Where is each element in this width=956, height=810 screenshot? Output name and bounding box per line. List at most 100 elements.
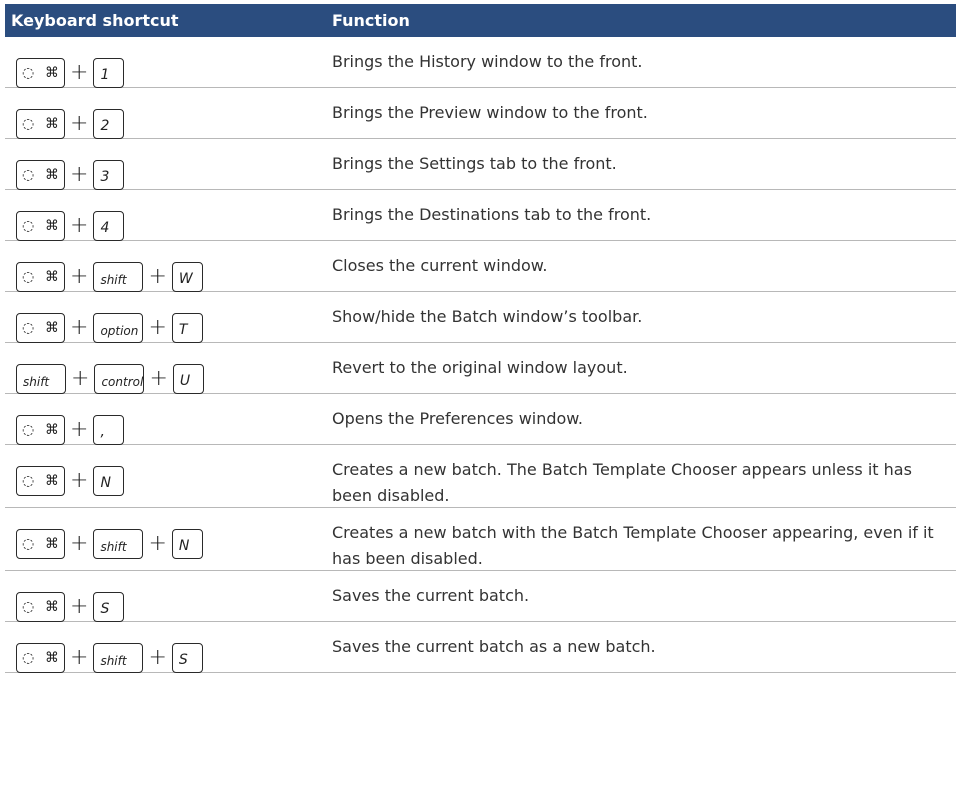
apple-icon: ◌ — [22, 598, 35, 615]
shortcut-keys: ◌ ⌘ +3 — [5, 151, 332, 190]
column-header-function: Function — [332, 11, 410, 30]
apple-icon: ◌ — [22, 649, 35, 666]
table-row: ◌ ⌘ +4 Brings the Destinations tab to the f… — [5, 190, 956, 241]
char-n-key: N — [93, 465, 125, 496]
table-header: Keyboard shortcut Function — [5, 4, 956, 37]
apple-icon: ◌ — [22, 421, 35, 438]
apple-icon: ◌ — [22, 319, 35, 336]
command-key: ◌ ⌘ — [16, 528, 65, 559]
table-row: ◌ ⌘ + shift + N Creates a new batch with the B… — [5, 508, 956, 571]
function-description: Brings the Settings tab to the front. — [332, 154, 617, 173]
plus-sign: + — [70, 594, 89, 619]
apple-icon: ◌ — [22, 166, 35, 183]
command-icon: ⌘ — [45, 64, 59, 81]
command-key: ◌ ⌘ — [16, 159, 65, 190]
function-description: Creates a new batch with the Batch Templ… — [332, 523, 934, 568]
plus-sign: + — [148, 315, 167, 340]
plus-sign: + — [70, 417, 89, 442]
command-key: ◌ ⌘ — [16, 591, 65, 622]
plus-sign: + — [70, 264, 89, 289]
shortcut-keys: ◌ ⌘ + S — [5, 583, 332, 622]
shortcut-keys: ◌ ⌘ + shift + N — [5, 520, 332, 559]
table-row: ◌ ⌘ + N Creates a new batch. The Batch Templ… — [5, 445, 956, 508]
apple-icon: ◌ — [22, 64, 35, 81]
shortcut-table: Keyboard shortcut Function ◌ ⌘ +1 Brings th… — [5, 4, 956, 673]
command-key: ◌ ⌘ — [16, 312, 65, 343]
function-description: Saves the current batch as a new batch. — [332, 637, 656, 656]
shortcut-keys: ◌ ⌘ +1 — [5, 49, 332, 88]
char-u-key: U — [172, 363, 204, 394]
plus-sign: + — [70, 315, 89, 340]
char-s-key: S — [171, 642, 203, 673]
shift-key: shift — [93, 528, 144, 559]
command-icon: ⌘ — [45, 472, 59, 489]
command-key: ◌ ⌘ — [16, 465, 65, 496]
function-description: Saves the current batch. — [332, 586, 530, 605]
char-comma-key: , — [93, 414, 125, 445]
command-key: ◌ ⌘ — [16, 108, 65, 139]
shift-key: shift — [16, 363, 66, 394]
command-icon: ⌘ — [45, 217, 59, 234]
plus-sign: + — [70, 60, 89, 85]
function-description: Opens the Preferences window. — [332, 409, 584, 428]
table-row: ◌ ⌘ +1 Brings the History window to the fro… — [5, 37, 956, 88]
plus-sign: + — [148, 264, 167, 289]
command-icon: ⌘ — [45, 421, 59, 438]
command-icon: ⌘ — [45, 268, 59, 285]
shortcut-keys: ◌ ⌘ +4 — [5, 202, 332, 241]
plus-sign: + — [70, 468, 89, 493]
plus-sign: + — [148, 645, 167, 670]
apple-icon: ◌ — [22, 217, 35, 234]
table-row: ◌ ⌘ +2 Brings the Preview window to the fro… — [5, 88, 956, 139]
table-row: ◌ ⌘ +3 Brings the Settings tab to the front… — [5, 139, 956, 190]
plus-sign: + — [148, 531, 167, 556]
char-3-key: 3 — [93, 159, 125, 190]
function-description: Brings the Preview window to the front. — [332, 103, 648, 122]
shortcut-keys: ◌ ⌘ +, — [5, 406, 332, 445]
char-1-key: 1 — [93, 57, 125, 88]
command-key: ◌ ⌘ — [16, 210, 65, 241]
table-row: shift + control + U Revert to the original wi… — [5, 343, 956, 394]
table-row: ◌ ⌘ +, Opens the Preferences window. — [5, 394, 956, 445]
char-s-key: S — [93, 591, 125, 622]
shift-key: shift — [93, 642, 144, 673]
function-description: Show/hide the Batch window’s toolbar. — [332, 307, 643, 326]
char-2-key: 2 — [93, 108, 125, 139]
char-n-key: N — [171, 528, 203, 559]
function-description: Brings the History window to the front. — [332, 52, 643, 71]
command-key: ◌ ⌘ — [16, 414, 65, 445]
shortcut-keys: ◌ ⌘ + shift + S — [5, 634, 332, 673]
command-key: ◌ ⌘ — [16, 57, 65, 88]
command-key: ◌ ⌘ — [16, 261, 65, 292]
function-description: Closes the current window. — [332, 256, 548, 275]
table-body: ◌ ⌘ +1 Brings the History window to the fro… — [5, 37, 956, 673]
table-row: ◌ ⌘ + shift + W Closes the current window. — [5, 241, 956, 292]
command-icon: ⌘ — [45, 319, 59, 336]
plus-sign: + — [149, 366, 168, 391]
table-row: ◌ ⌘ + S Saves the current batch. — [5, 571, 956, 622]
shortcut-keys: ◌ ⌘ + option + T — [5, 304, 332, 343]
function-description: Revert to the original window layout. — [332, 358, 628, 377]
command-icon: ⌘ — [45, 598, 59, 615]
option-key: option — [93, 312, 144, 343]
table-row: ◌ ⌘ + option + T Show/hide the Batch window’s … — [5, 292, 956, 343]
plus-sign: + — [70, 162, 89, 187]
apple-icon: ◌ — [22, 115, 35, 132]
char-t-key: T — [171, 312, 203, 343]
command-icon: ⌘ — [45, 115, 59, 132]
shortcut-keys: ◌ ⌘ + shift + W — [5, 253, 332, 292]
apple-icon: ◌ — [22, 268, 35, 285]
char-4-key: 4 — [93, 210, 125, 241]
command-key: ◌ ⌘ — [16, 642, 65, 673]
function-description: Brings the Destinations tab to the front… — [332, 205, 652, 224]
function-description: Creates a new batch. The Batch Template … — [332, 460, 912, 505]
shortcut-keys: ◌ ⌘ +2 — [5, 100, 332, 139]
shortcut-keys: ◌ ⌘ + N — [5, 457, 332, 496]
apple-icon: ◌ — [22, 535, 35, 552]
command-icon: ⌘ — [45, 649, 59, 666]
column-header-keyboard-shortcut: Keyboard shortcut — [11, 11, 179, 30]
control-key: control — [94, 363, 145, 394]
plus-sign: + — [70, 645, 89, 670]
command-icon: ⌘ — [45, 166, 59, 183]
plus-sign: + — [71, 366, 90, 391]
